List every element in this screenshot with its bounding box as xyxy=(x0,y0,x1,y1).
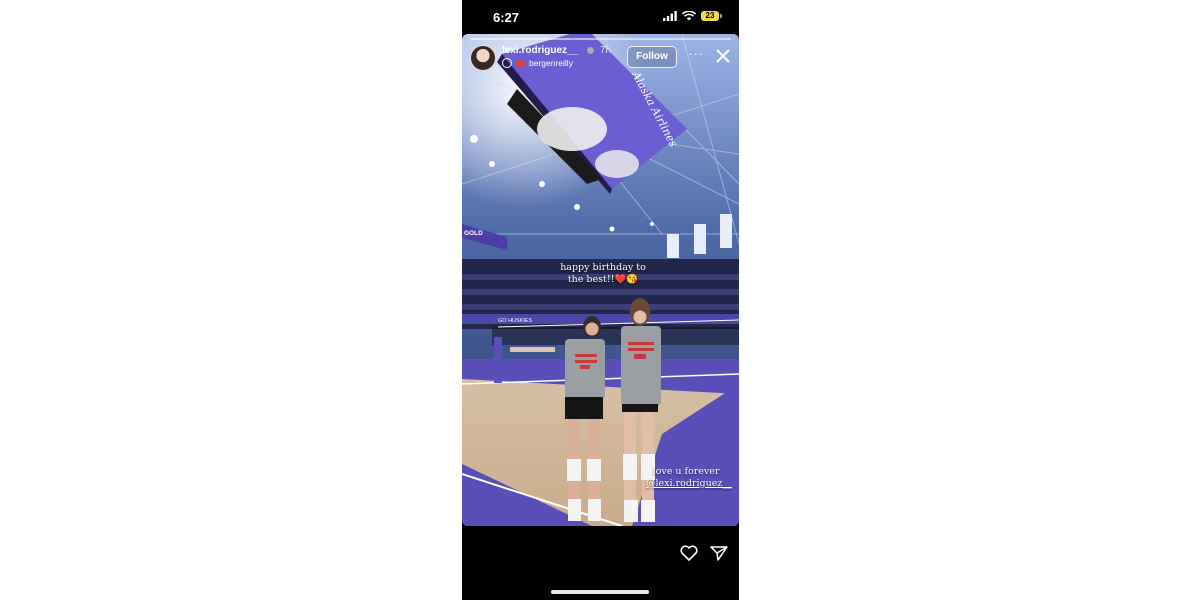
avatar[interactable] xyxy=(470,45,496,71)
verified-icon xyxy=(587,47,594,54)
story-time-ago: 7h xyxy=(600,45,612,56)
status-bar: 6:27 23 xyxy=(462,0,739,34)
music-icon xyxy=(502,58,512,68)
battery-icon: 23 xyxy=(701,11,722,21)
story-footer xyxy=(680,545,728,561)
status-icons: 23 xyxy=(663,11,722,21)
send-icon[interactable] xyxy=(710,545,728,561)
wifi-icon xyxy=(682,11,696,21)
cellular-signal-icon xyxy=(663,11,677,21)
story-header: lexi.rodriguez__ 7h bergenreilly Follow … xyxy=(462,44,739,74)
caption-bottom: love u forever @lexi.rodriguez__ xyxy=(646,466,732,490)
side-sign: GOLD xyxy=(464,230,483,237)
story-progress-bar xyxy=(470,38,731,40)
more-options-icon[interactable]: ··· xyxy=(688,46,704,61)
collab-line[interactable]: bergenreilly xyxy=(502,58,573,68)
close-icon[interactable] xyxy=(714,47,732,65)
collab-avatar xyxy=(516,58,525,68)
mention-link[interactable]: @lexi.rodriguez__ xyxy=(646,478,732,490)
caption-top-emoji: ❤️😘 xyxy=(614,274,639,285)
heart-icon[interactable] xyxy=(680,545,698,561)
story-card[interactable]: Alaska Airlines GOLD GO HUSKIES lexi.rod… xyxy=(462,34,739,526)
status-time: 6:27 xyxy=(493,10,520,25)
collab-username[interactable]: bergenreilly xyxy=(529,58,573,68)
follow-button[interactable]: Follow xyxy=(627,46,677,68)
caption-top: happy birthday to the best!!❤️😘 xyxy=(558,262,648,286)
caption-bottom-text: love u forever xyxy=(652,466,720,477)
phone-screen: 6:27 23 Alaska Airlines GOLD GO HUSKIES … xyxy=(462,0,739,600)
story-username[interactable]: lexi.rodriguez__ xyxy=(502,45,578,56)
banner-text: GO HUSKIES xyxy=(498,318,533,324)
home-indicator[interactable] xyxy=(551,590,649,594)
